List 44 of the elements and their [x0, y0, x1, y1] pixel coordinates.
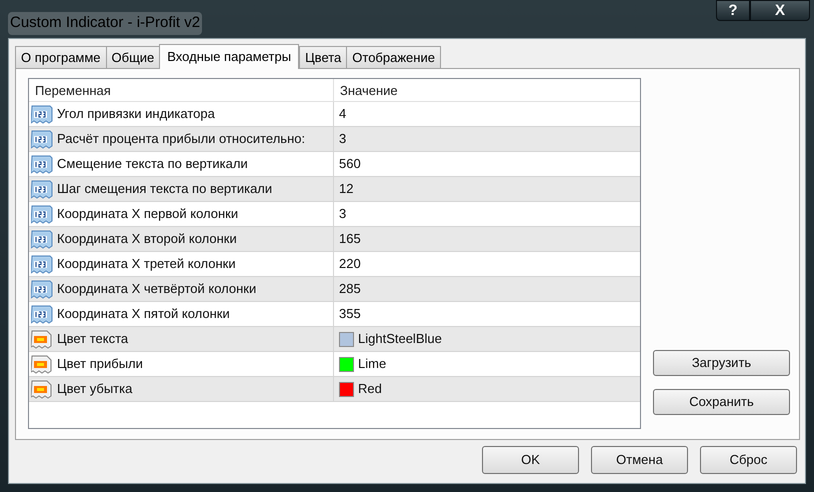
parameter-value: 165: [339, 230, 361, 248]
dialog-button[interactable]: OK: [482, 446, 579, 474]
tab[interactable]: Отображение: [346, 46, 441, 68]
parameter-value: LightSteelBlue: [358, 330, 442, 348]
variable-name: Координата X третей колонки: [57, 255, 236, 274]
variable-name: Цвет убытка: [57, 380, 132, 398]
variable-name: Координата X первой колонки: [57, 205, 238, 224]
variable-name: Расчёт процента прибыли относительно:: [57, 130, 306, 148]
parameter-value: 220: [339, 255, 361, 274]
dialog-button[interactable]: Сброс: [700, 446, 797, 474]
variable-name: Координата X второй колонки: [57, 230, 237, 248]
variable-name: Координата X четвёртой колонки: [57, 280, 256, 298]
column-header: Значение: [339, 82, 399, 100]
parameter-value: 3: [339, 130, 346, 148]
window-title: Custom Indicator - i-Profit v2: [8, 12, 202, 34]
parameter-value: 285: [339, 280, 361, 298]
variable-name: Шаг смещения текста по вертикали: [57, 180, 272, 198]
parameter-value: Red: [358, 380, 382, 398]
side-button[interactable]: Сохранить: [653, 389, 790, 415]
help-button[interactable]: ?: [716, 0, 750, 21]
variable-name: Смещение текста по вертикали: [57, 155, 248, 174]
number-parameter-icon: [31, 129, 53, 149]
number-parameter-icon: [31, 279, 53, 299]
column-header: Переменная: [29, 79, 334, 101]
dialog-button[interactable]: Отмена: [591, 446, 688, 474]
variable-name: Координата X пятой колонки: [57, 305, 230, 324]
variable-name: Угол привязки индикатора: [57, 105, 215, 124]
parameter-value: 4: [339, 105, 346, 124]
parameter-value: 355: [339, 305, 361, 324]
close-button[interactable]: X: [750, 0, 810, 21]
parameter-value: 3: [339, 205, 346, 224]
parameter-value: Lime: [358, 355, 386, 374]
parameter-value: 12: [339, 180, 354, 198]
variable-name: Цвет текста: [57, 330, 128, 348]
number-parameter-icon: [31, 229, 53, 249]
tab[interactable]: О программе: [15, 46, 107, 68]
side-button[interactable]: Загрузить: [653, 350, 790, 376]
variable-name: Цвет прибыли: [57, 355, 143, 374]
color-parameter-icon: [31, 354, 53, 374]
tab[interactable]: Входные параметры: [159, 44, 300, 69]
parameter-value: 560: [339, 155, 361, 174]
tab[interactable]: Цвета: [299, 46, 348, 68]
tab[interactable]: Общие: [106, 46, 160, 68]
number-parameter-icon: [31, 179, 53, 199]
